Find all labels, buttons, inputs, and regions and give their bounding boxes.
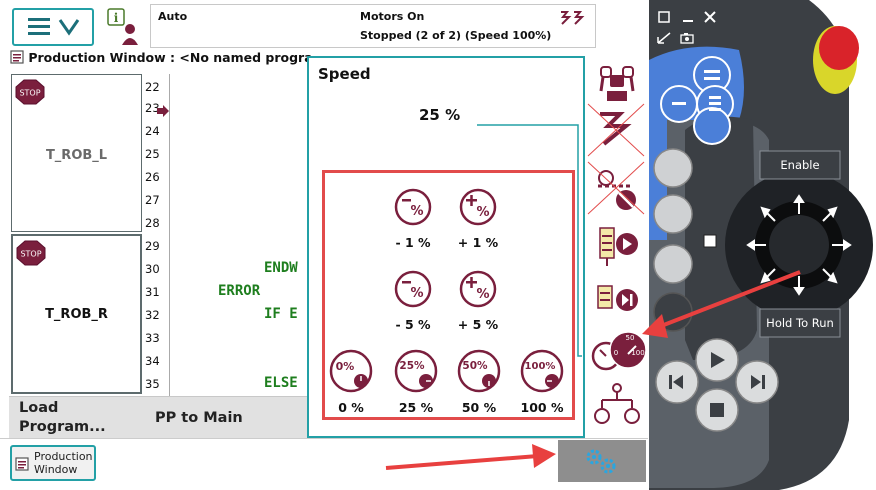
program-action-bar: Load Program... PP to Main bbox=[9, 396, 309, 438]
svg-text:%: % bbox=[410, 204, 423, 219]
code-editor[interactable]: ENDW ERROR IF E ELSE bbox=[170, 74, 310, 396]
task-label-left: T_ROB_L bbox=[45, 148, 108, 163]
line-number: 35 bbox=[145, 377, 160, 391]
resize-icon[interactable] bbox=[656, 30, 672, 46]
motors-state: Motors On bbox=[360, 10, 425, 23]
line-number: 33 bbox=[145, 331, 160, 345]
main-menu-button[interactable] bbox=[12, 8, 94, 46]
code-line: IF E bbox=[264, 306, 298, 322]
increment-button-disabled[interactable] bbox=[586, 102, 646, 162]
production-window-title: Production Window : <No named progra bbox=[10, 50, 313, 67]
minimize-icon[interactable] bbox=[680, 9, 696, 25]
line-number: 25 bbox=[145, 147, 160, 161]
line-number: 27 bbox=[145, 193, 160, 207]
production-window-tab-label: Production Window bbox=[34, 450, 93, 476]
camera-icon[interactable] bbox=[679, 30, 695, 46]
load-program-button[interactable]: Load Program... bbox=[19, 397, 129, 439]
line-number: 32 bbox=[145, 308, 160, 322]
production-window-tab[interactable]: Production Window bbox=[10, 445, 96, 481]
svg-text:STOP: STOP bbox=[20, 250, 41, 259]
no-step-icon bbox=[587, 161, 645, 215]
code-line: ELSE bbox=[264, 375, 298, 391]
line-number: 31 bbox=[145, 285, 160, 299]
run-continuous-icon bbox=[599, 227, 638, 266]
task-label-right: T_ROB_R bbox=[45, 307, 108, 322]
speed-plus-1-button[interactable]: % + 1 % bbox=[458, 187, 498, 250]
code-line: ENDW bbox=[264, 260, 298, 276]
speed-increase-icon: % bbox=[459, 188, 497, 226]
info-person-icon: i bbox=[107, 8, 138, 45]
line-number: 26 bbox=[145, 170, 160, 184]
speed-plus-1-label: + 1 % bbox=[457, 235, 499, 250]
dual-arm-robot-icon bbox=[599, 66, 635, 101]
run-mode-button[interactable] bbox=[594, 224, 640, 274]
robot-arms-icon bbox=[559, 10, 587, 29]
menu-icon bbox=[28, 18, 80, 36]
speed-preset-0-icon: 0% bbox=[329, 349, 373, 393]
line-number-gutter: 22 23 24 25 26 27 28 29 30 31 32 33 34 3… bbox=[142, 74, 170, 396]
svg-text:STOP: STOP bbox=[19, 89, 40, 98]
svg-text:i: i bbox=[114, 11, 119, 25]
code-line: ERROR bbox=[218, 283, 261, 299]
program-icon bbox=[10, 50, 24, 67]
program-state: Stopped (2 of 2) (Speed 100%) bbox=[360, 29, 552, 42]
status-bar: Auto Motors On Stopped (2 of 2) (Speed 1… bbox=[150, 4, 596, 48]
operating-mode: Auto bbox=[158, 10, 188, 23]
speed-minus-1-label: - 1 % bbox=[395, 235, 431, 250]
speed-icon-text: 0% bbox=[336, 360, 355, 373]
task-panel-t-rob-l[interactable]: STOP T_ROB_L bbox=[11, 74, 142, 232]
enable-button[interactable]: Enable bbox=[760, 158, 840, 172]
restore-icon[interactable] bbox=[656, 9, 672, 25]
speed-decrease-icon: % bbox=[394, 188, 432, 226]
annotation-arrows bbox=[385, 270, 801, 470]
line-number: 30 bbox=[145, 262, 160, 276]
speed-minus-1-button[interactable]: % - 1 % bbox=[393, 187, 433, 250]
production-window-title-text: Production Window : <No named progra bbox=[28, 50, 313, 65]
svg-text:%: % bbox=[476, 205, 489, 220]
line-number: 22 bbox=[145, 80, 160, 94]
event-log-button[interactable]: i bbox=[104, 7, 144, 47]
speed-title: Speed bbox=[318, 65, 371, 83]
line-number: 24 bbox=[145, 124, 160, 138]
program-pointer-icon bbox=[156, 102, 170, 121]
line-number: 28 bbox=[145, 216, 160, 230]
close-icon[interactable] bbox=[702, 9, 718, 25]
stepwise-button-disabled[interactable] bbox=[586, 160, 646, 220]
speed-0-label: 0 % bbox=[338, 400, 364, 415]
stop-icon: STOP bbox=[15, 79, 45, 109]
line-number: 29 bbox=[145, 239, 160, 253]
program-icon bbox=[15, 457, 29, 474]
stop-icon: STOP bbox=[16, 240, 46, 270]
speed-value: 25 % bbox=[419, 106, 461, 124]
task-panel-t-rob-r[interactable]: STOP T_ROB_R bbox=[11, 234, 142, 394]
pp-to-main-button[interactable]: PP to Main bbox=[155, 397, 265, 439]
line-number: 34 bbox=[145, 354, 160, 368]
increment-icon bbox=[587, 103, 645, 157]
speed-0-percent-button[interactable]: 0% 0 % bbox=[328, 348, 374, 415]
